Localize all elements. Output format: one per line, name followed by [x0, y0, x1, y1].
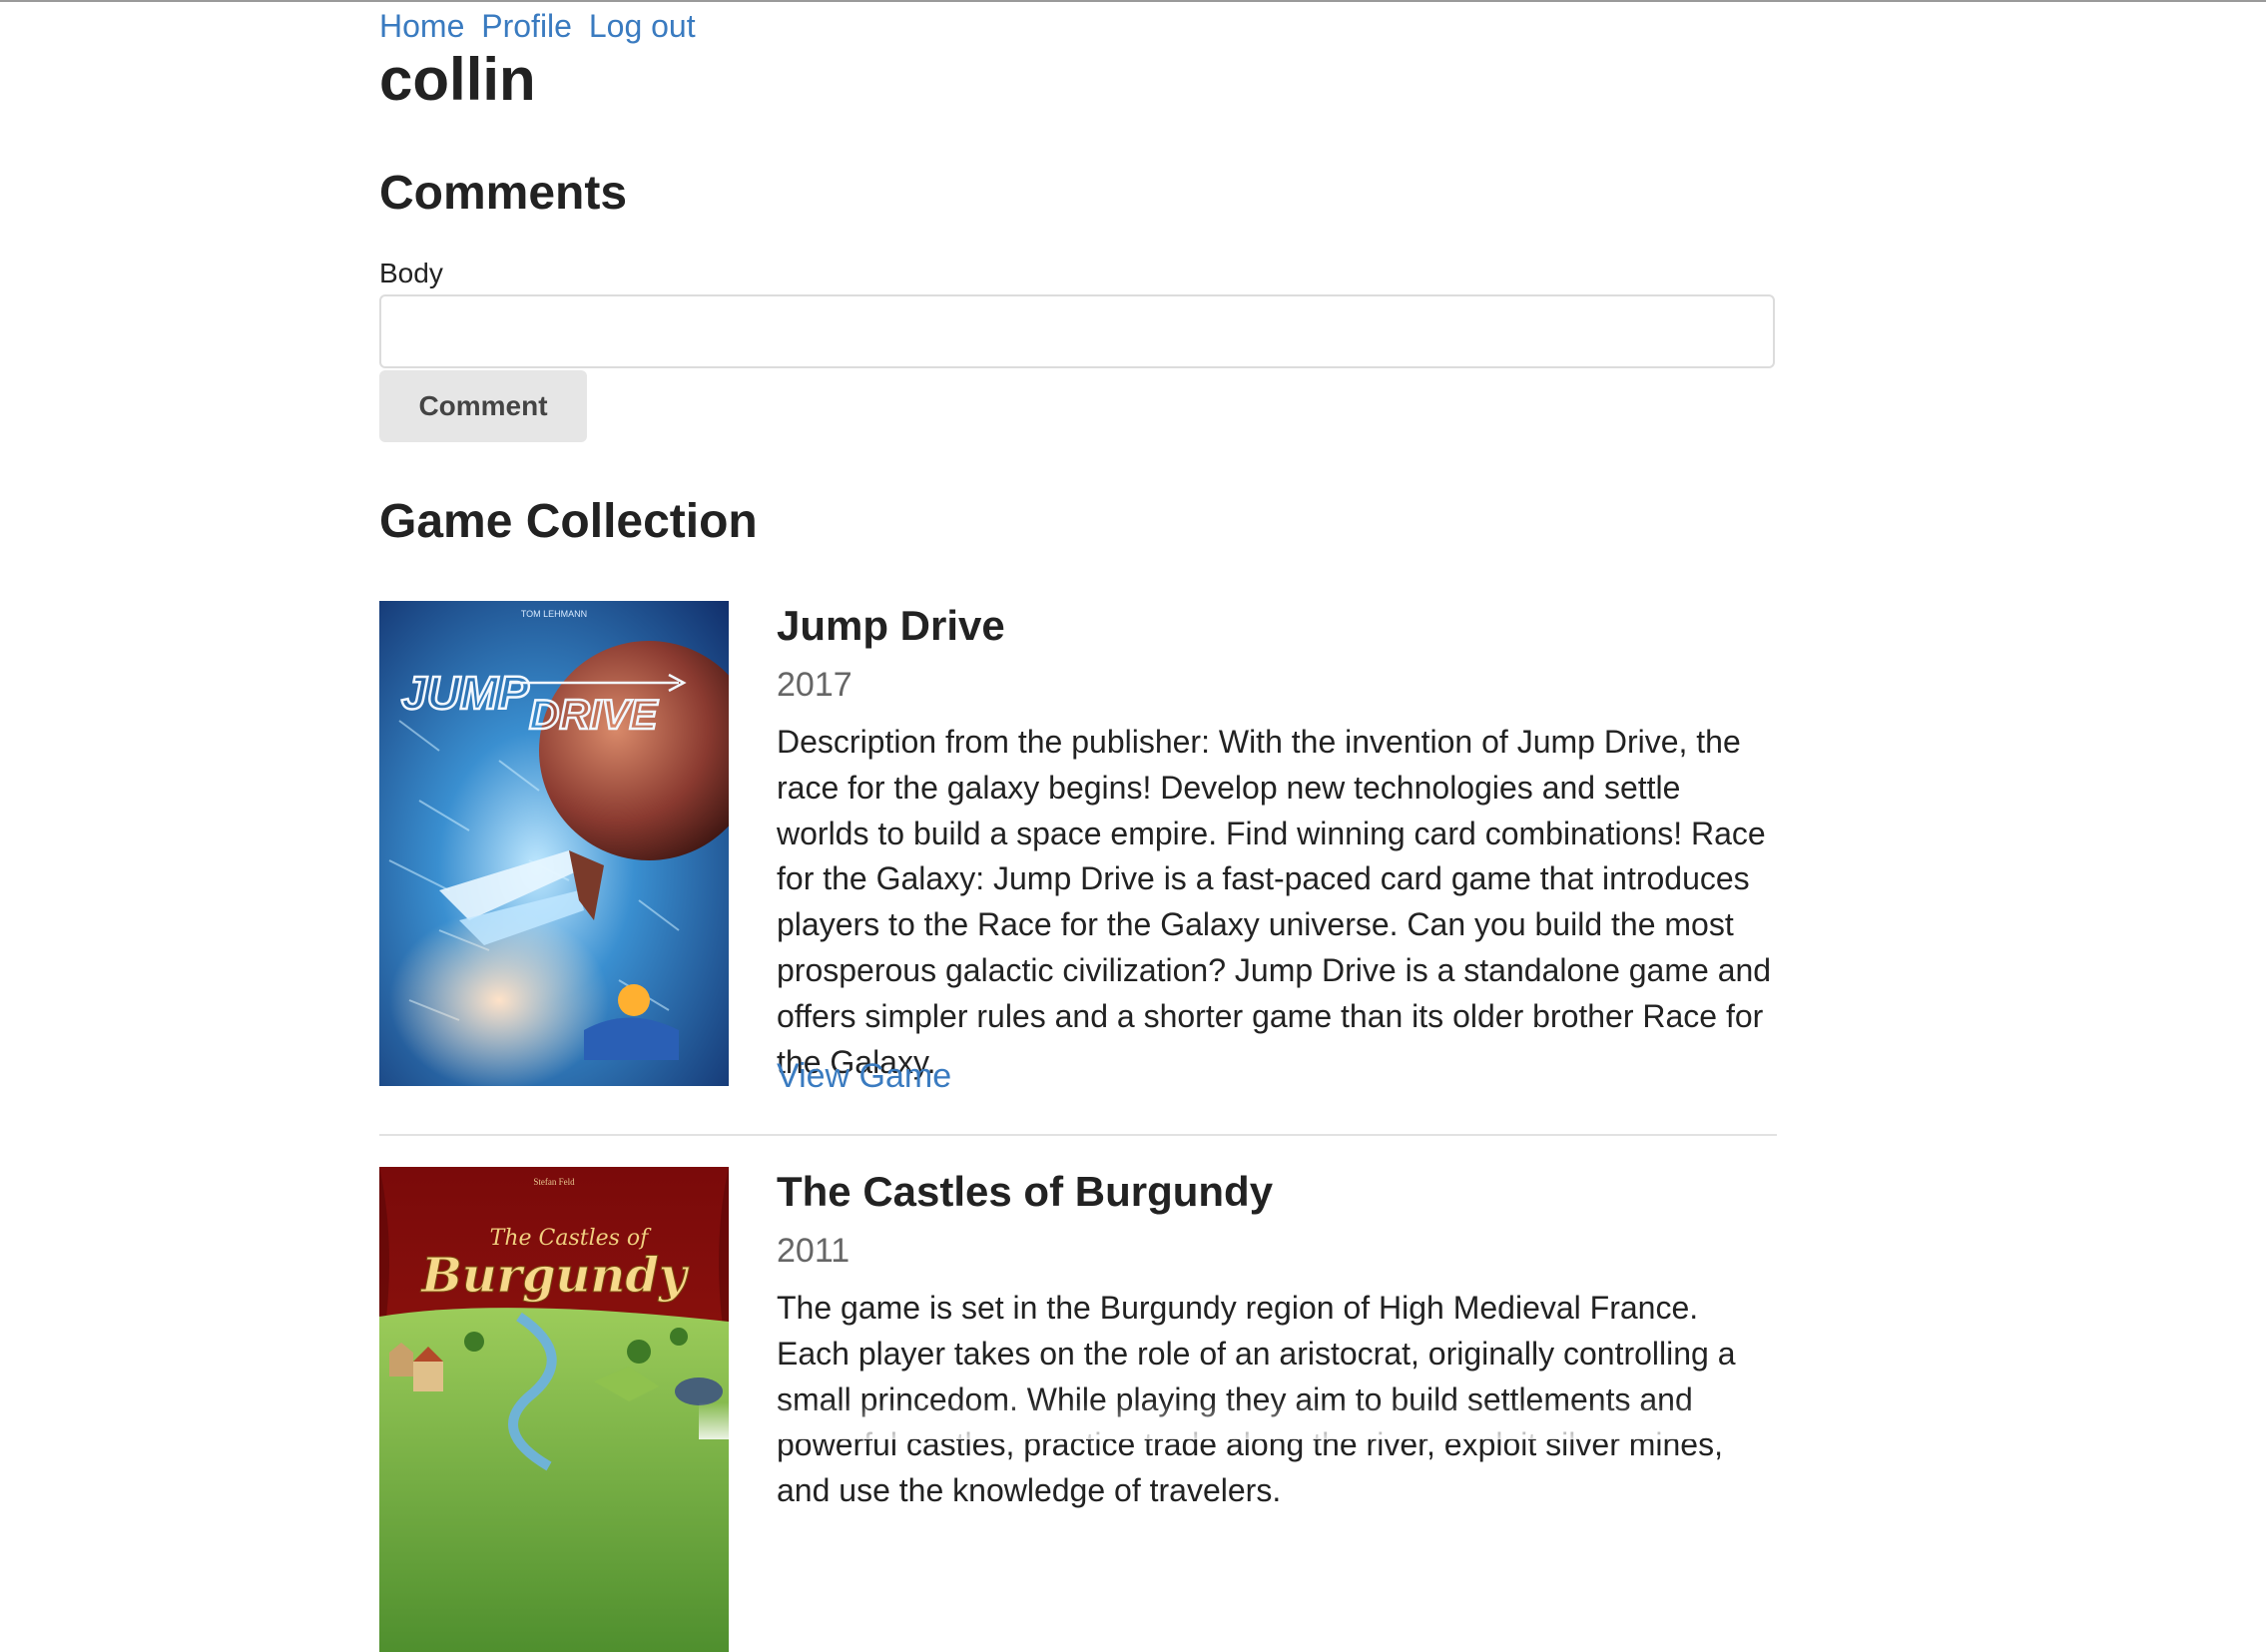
game-description: Description from the publisher: With the…: [777, 724, 1772, 1080]
nav-profile-link[interactable]: Profile: [481, 8, 572, 44]
svg-text:Stefan Feld: Stefan Feld: [533, 1177, 575, 1187]
jump-drive-cover-art: TOM LEHMANN JUMP DRIVE: [379, 601, 729, 1086]
top-border: [0, 0, 2266, 2]
view-game-link[interactable]: View Game: [777, 1054, 951, 1098]
svg-text:TOM LEHMANN: TOM LEHMANN: [521, 609, 587, 619]
comments-heading: Comments: [379, 167, 628, 220]
game-title: Jump Drive: [777, 602, 1005, 649]
nav-home-link[interactable]: Home: [379, 8, 464, 44]
game-title: The Castles of Burgundy: [777, 1168, 1274, 1215]
game-year: 2017: [777, 666, 852, 704]
comment-body-label: Body: [379, 258, 443, 288]
top-nav: Home Profile Log out: [379, 6, 704, 46]
profile-username: collin: [379, 46, 536, 113]
comment-body-input[interactable]: [379, 294, 1775, 368]
svg-text:JUMP: JUMP: [401, 667, 529, 719]
game-cover-image[interactable]: Stefan Feld The Castles of Burgundy: [379, 1167, 729, 1652]
svg-text:DRIVE: DRIVE: [529, 691, 659, 738]
nav-logout-link[interactable]: Log out: [589, 8, 696, 44]
game-divider: [379, 1134, 1777, 1136]
game-collection-heading: Game Collection: [379, 495, 758, 548]
game-cover-image[interactable]: TOM LEHMANN JUMP DRIVE: [379, 601, 729, 1086]
castles-of-burgundy-cover-art: Stefan Feld The Castles of Burgundy: [379, 1167, 729, 1652]
cover-title-large: Burgundy: [419, 1248, 690, 1304]
comment-submit-button[interactable]: Comment: [379, 370, 587, 442]
game-description: The game is set in the Burgundy region o…: [777, 1290, 1736, 1509]
game-year: 2011: [777, 1232, 850, 1270]
